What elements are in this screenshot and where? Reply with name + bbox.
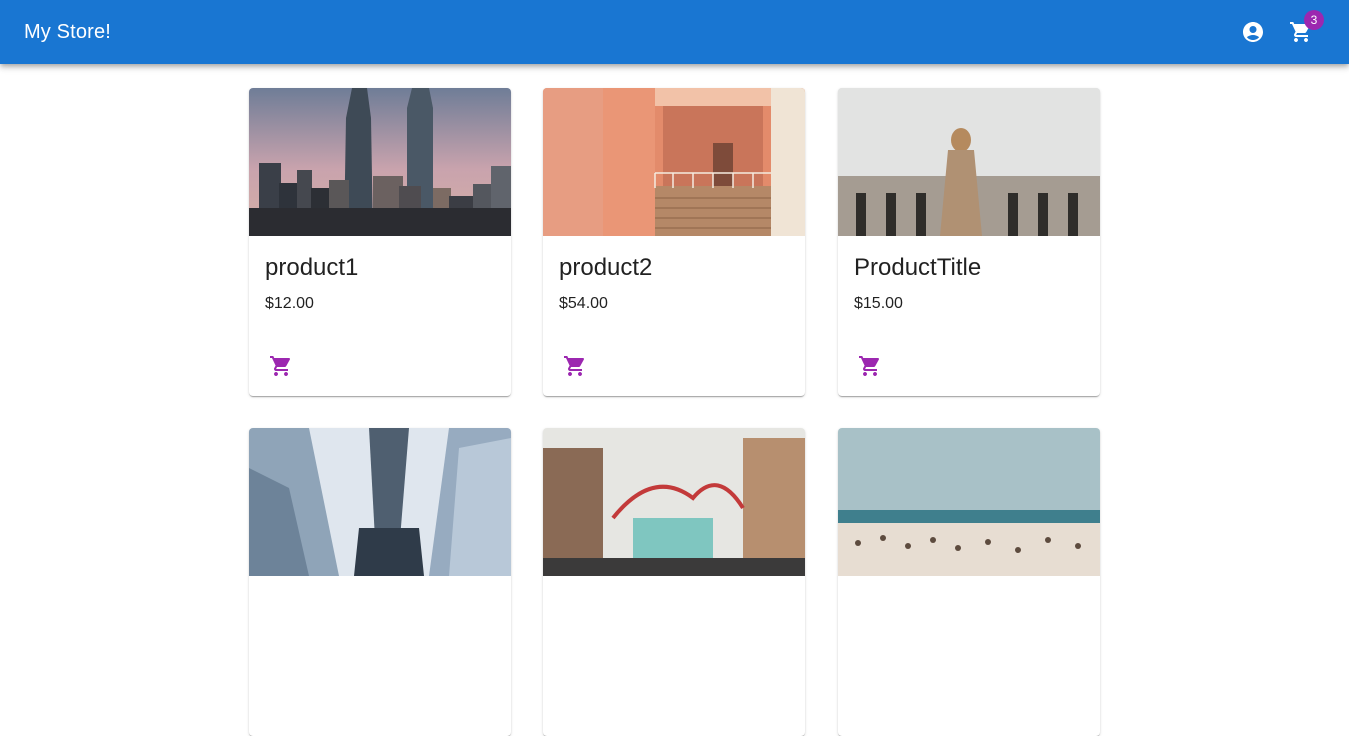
- product-card[interactable]: [838, 428, 1100, 736]
- add-to-cart-button[interactable]: [852, 348, 888, 384]
- add-shopping-cart-icon: [270, 356, 291, 376]
- product-image[interactable]: [838, 428, 1100, 576]
- product-price: $12.00: [265, 295, 314, 312]
- account-button[interactable]: [1235, 14, 1271, 50]
- cart-count-badge: 3: [1304, 10, 1324, 30]
- product-price: $15.00: [854, 295, 903, 312]
- product-image[interactable]: [838, 88, 1100, 236]
- product-title: product1: [265, 254, 359, 281]
- product-image[interactable]: [543, 88, 805, 236]
- product-card[interactable]: product1 $12.00: [249, 88, 511, 396]
- product-title: product2: [559, 254, 653, 281]
- add-shopping-cart-icon: [859, 356, 880, 376]
- product-card[interactable]: [543, 428, 805, 736]
- add-to-cart-button[interactable]: [557, 348, 593, 384]
- store-title: My Store!: [24, 21, 111, 43]
- product-image[interactable]: [249, 88, 511, 236]
- add-shopping-cart-icon: [564, 356, 585, 376]
- product-card[interactable]: [249, 428, 511, 736]
- product-price: $54.00: [559, 295, 608, 312]
- product-image[interactable]: [249, 428, 511, 576]
- add-to-cart-button[interactable]: [263, 348, 299, 384]
- product-image[interactable]: [543, 428, 805, 576]
- product-card[interactable]: product2 $54.00: [543, 88, 805, 396]
- app-bar: My Store! 3: [0, 0, 1349, 64]
- product-title: ProductTitle: [854, 254, 982, 281]
- account-circle-icon: [1243, 22, 1263, 42]
- product-card[interactable]: ProductTitle $15.00: [838, 88, 1100, 396]
